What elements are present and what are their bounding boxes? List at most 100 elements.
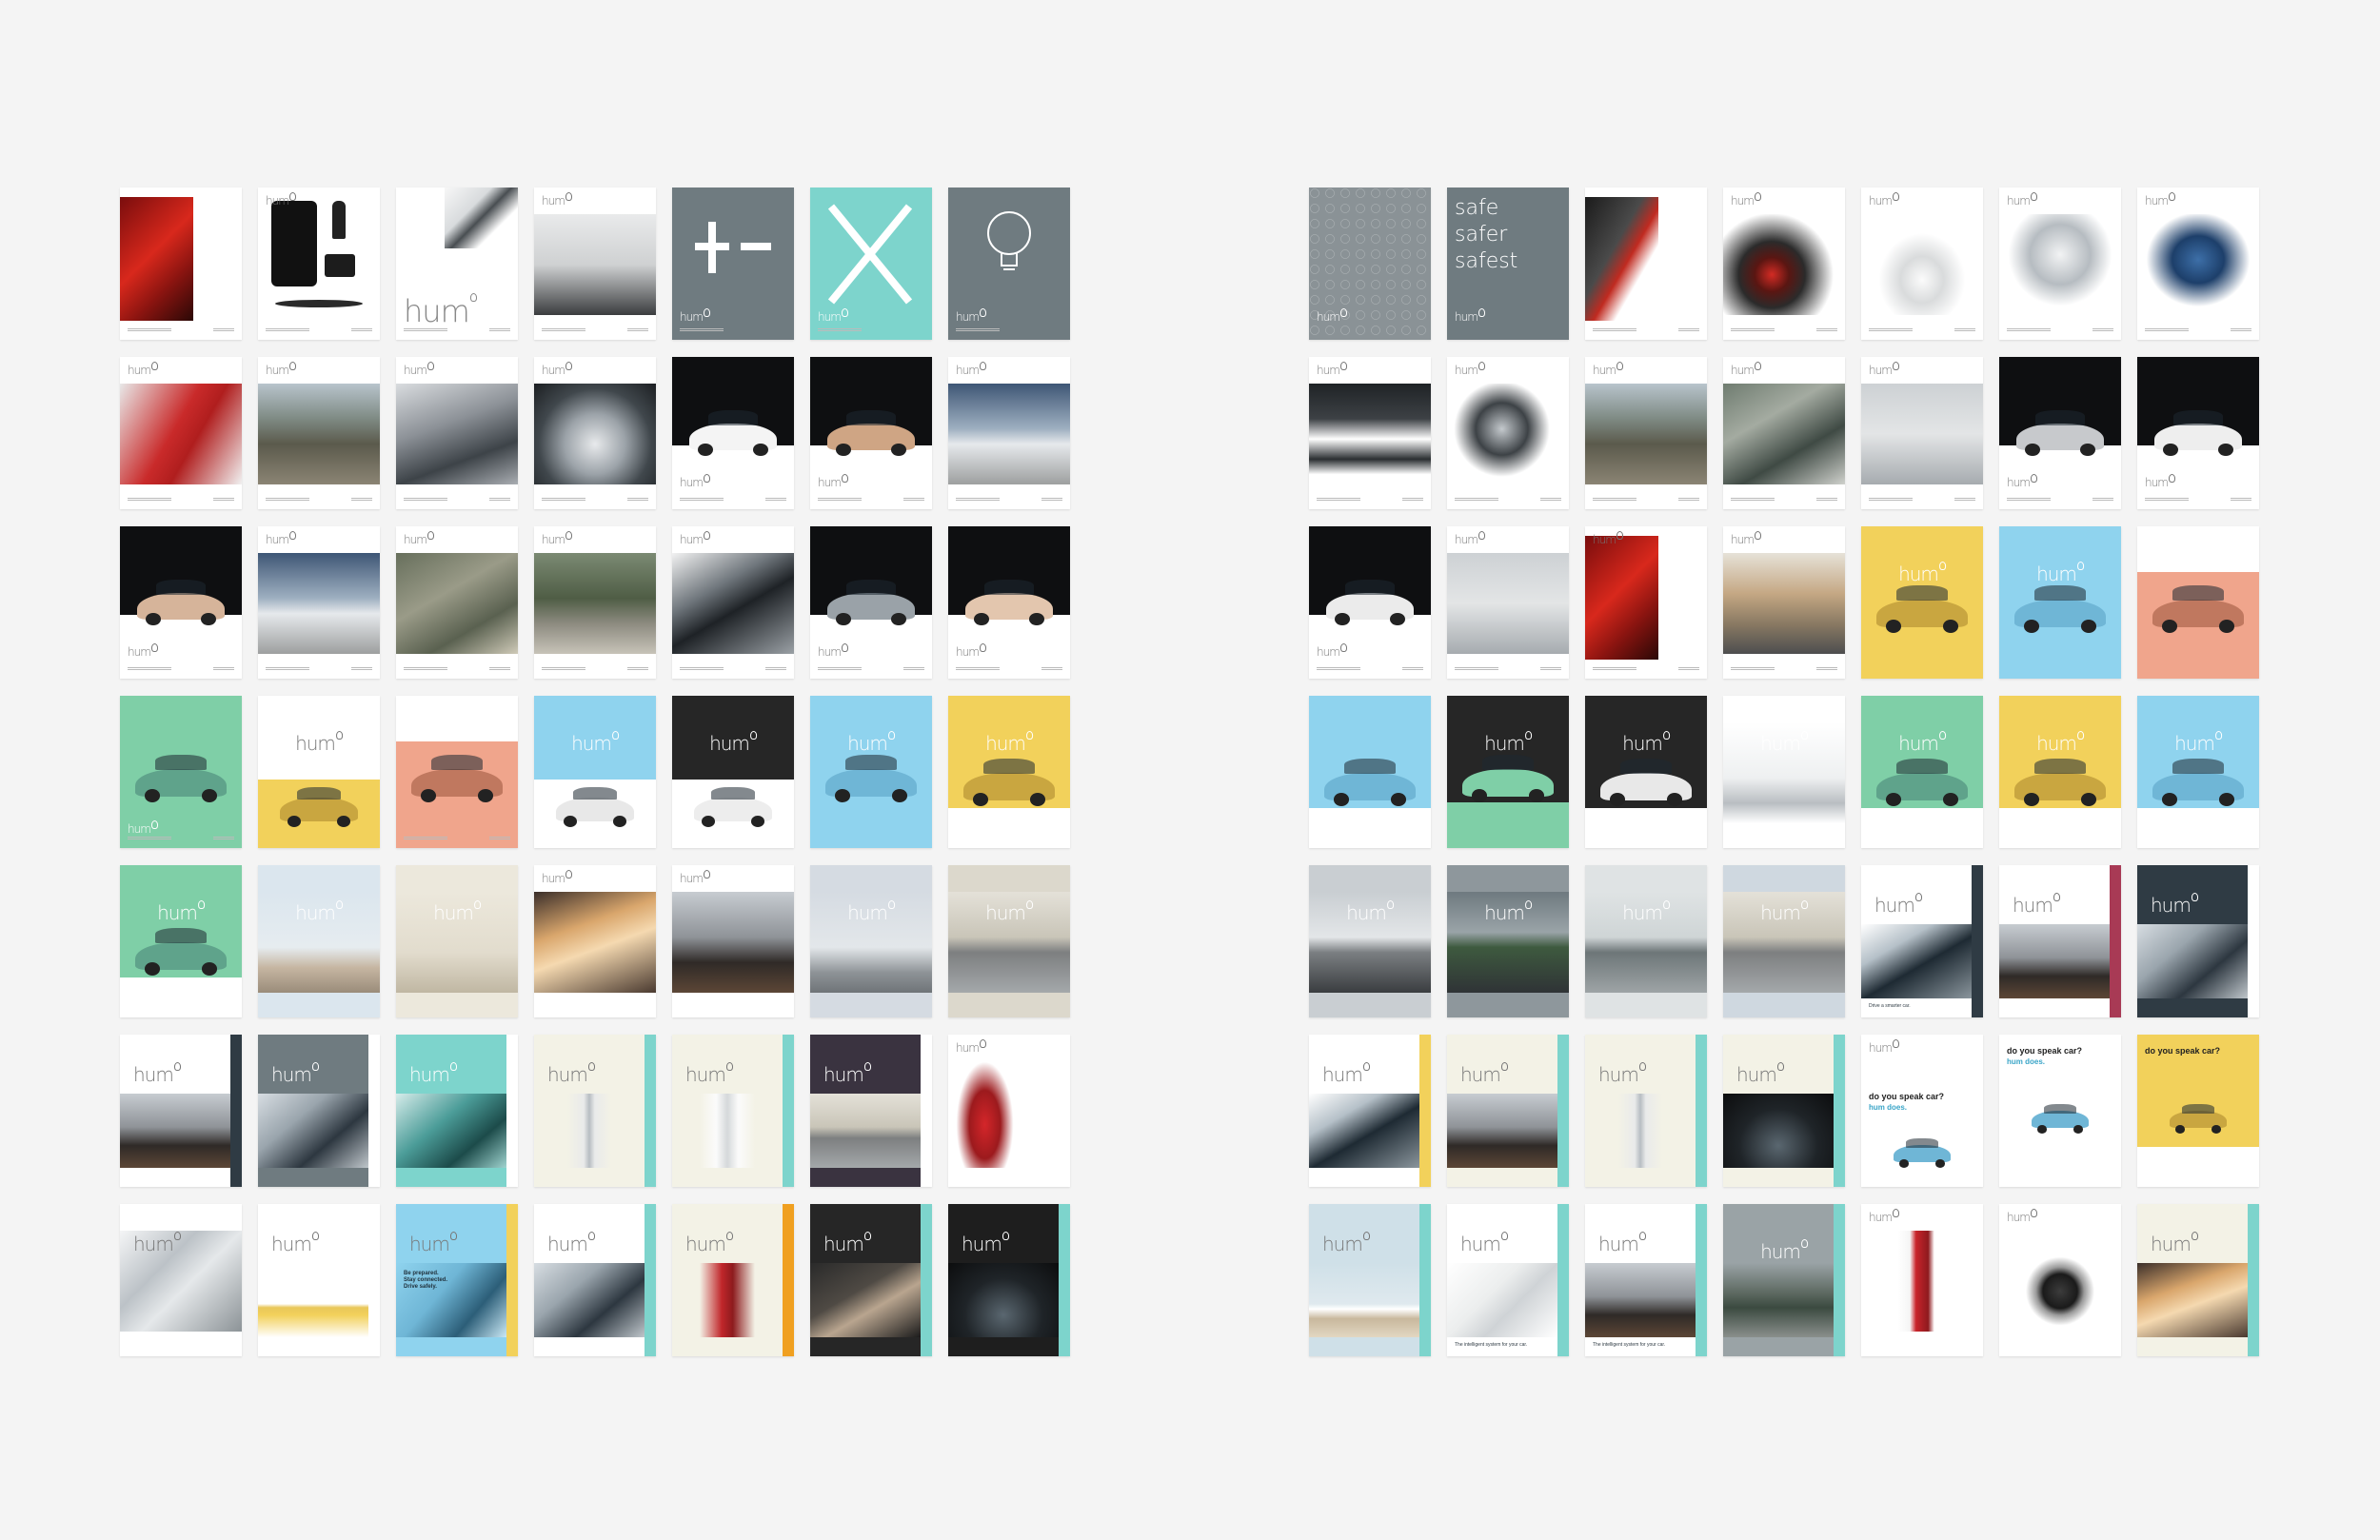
poster-card[interactable]: hum — [1309, 357, 1431, 509]
poster-card[interactable]: hum — [810, 526, 932, 679]
poster-card[interactable]: hum — [396, 865, 518, 1017]
poster-card[interactable]: hum — [1309, 526, 1431, 679]
poster-card[interactable]: hum — [2137, 865, 2259, 1017]
poster-card[interactable]: hum — [1447, 865, 1569, 1017]
poster-card[interactable]: hum — [1309, 1204, 1431, 1356]
poster-card[interactable]: hum — [1309, 1035, 1431, 1187]
poster-card[interactable]: hum — [258, 696, 380, 848]
poster-card[interactable]: do you speak car? hum does. — [1999, 1035, 2121, 1187]
poster-card[interactable]: hum — [258, 1204, 380, 1356]
poster-card[interactable]: hum — [1999, 188, 2121, 340]
poster-card[interactable]: hum The intelligent system for your car. — [1585, 1204, 1707, 1356]
hum-logo-word: hum — [1317, 645, 1340, 659]
poster-card[interactable]: hum — [948, 188, 1070, 340]
poster-card[interactable]: hum — [1447, 1035, 1569, 1187]
poster-card[interactable]: hum — [810, 865, 932, 1017]
poster-card[interactable]: hum — [1585, 357, 1707, 509]
poster-card[interactable]: hum — [948, 526, 1070, 679]
poster-card[interactable]: hum — [534, 357, 656, 509]
poster-card[interactable]: hum — [810, 357, 932, 509]
poster-card[interactable] — [1585, 188, 1707, 340]
poster-card[interactable]: hum — [948, 696, 1070, 848]
poster-card[interactable]: hum — [396, 696, 518, 848]
poster-card[interactable]: hum — [672, 865, 794, 1017]
poster-card[interactable]: hum — [2137, 357, 2259, 509]
poster-card[interactable]: hum — [1723, 188, 1845, 340]
poster-card[interactable]: hum — [120, 526, 242, 679]
poster-card[interactable]: hum The intelligent system for your car. — [1447, 1204, 1569, 1356]
poster-card[interactable]: hum — [1861, 357, 1983, 509]
poster-card[interactable]: hum — [1585, 1035, 1707, 1187]
poster-card[interactable]: hum — [810, 696, 932, 848]
poster-card[interactable]: hum — [810, 1035, 932, 1187]
poster-card[interactable]: hum — [534, 865, 656, 1017]
poster-card[interactable]: hum — [2137, 188, 2259, 340]
poster-card[interactable]: hum — [258, 188, 380, 340]
poster-card[interactable]: hum — [1999, 865, 2121, 1017]
poster-card[interactable]: hum — [948, 865, 1070, 1017]
poster-card[interactable]: hum — [258, 357, 380, 509]
poster-card[interactable]: hum — [810, 188, 932, 340]
poster-card[interactable]: hum — [396, 526, 518, 679]
poster-card[interactable]: hum — [948, 357, 1070, 509]
poster-card[interactable]: hum — [672, 526, 794, 679]
poster-card[interactable]: hum — [948, 1035, 1070, 1187]
poster-card[interactable]: hum — [672, 188, 794, 340]
poster-card[interactable]: hum — [258, 1035, 380, 1187]
poster-card[interactable]: hum — [1861, 1204, 1983, 1356]
poster-card[interactable]: hum — [534, 1035, 656, 1187]
poster-card[interactable]: hum — [1723, 696, 1845, 848]
poster-card[interactable]: hum — [1999, 1204, 2121, 1356]
poster-card[interactable]: hum — [1447, 696, 1569, 848]
poster-card[interactable]: hum — [1861, 188, 1983, 340]
poster-card[interactable]: hum — [1309, 188, 1431, 340]
poster-card[interactable]: hum — [1723, 1035, 1845, 1187]
poster-card[interactable]: hum — [672, 696, 794, 848]
poster-card[interactable]: hum — [810, 1204, 932, 1356]
poster-card[interactable]: hum — [396, 188, 518, 340]
poster-card[interactable]: hum — [672, 1035, 794, 1187]
poster-card[interactable]: hum — [120, 1035, 242, 1187]
poster-card[interactable]: do you speak car? hum does. hum — [1861, 1035, 1983, 1187]
poster-card[interactable]: hum — [120, 865, 242, 1017]
poster-card[interactable]: hum — [120, 696, 242, 848]
poster-card[interactable]: hum — [258, 865, 380, 1017]
poster-card[interactable]: safe safer safest hum — [1447, 188, 1569, 340]
poster-card[interactable]: hum — [1447, 526, 1569, 679]
poster-card[interactable] — [120, 188, 242, 340]
poster-card[interactable]: hum Drive a smarter car. — [1861, 865, 1983, 1017]
poster-card[interactable]: hum — [1723, 357, 1845, 509]
poster-card[interactable]: hum — [534, 526, 656, 679]
poster-card[interactable]: hum — [1861, 526, 1983, 679]
poster-card[interactable]: do you speak car? — [2137, 1035, 2259, 1187]
poster-card[interactable]: hum — [534, 696, 656, 848]
poster-card[interactable]: hum — [1585, 696, 1707, 848]
poster-card[interactable]: hum — [1585, 865, 1707, 1017]
poster-card[interactable]: hum — [1447, 357, 1569, 509]
poster-card[interactable]: hum — [948, 1204, 1070, 1356]
poster-card[interactable]: hum — [534, 188, 656, 340]
poster-card[interactable]: hum — [2137, 1204, 2259, 1356]
poster-card[interactable]: hum — [1723, 1204, 1845, 1356]
poster-card[interactable]: hum — [396, 1035, 518, 1187]
poster-card[interactable]: hum — [120, 1204, 242, 1356]
poster-card[interactable]: hum — [396, 357, 518, 509]
poster-card[interactable]: hum Be prepared. Stay connected. Drive sa… — [396, 1204, 518, 1356]
poster-card[interactable]: hum — [1999, 696, 2121, 848]
poster-card[interactable]: hum — [2137, 696, 2259, 848]
bulb-icon — [863, 1232, 871, 1240]
poster-card[interactable]: hum — [1309, 865, 1431, 1017]
poster-card[interactable]: hum — [2137, 526, 2259, 679]
poster-card[interactable]: hum — [120, 357, 242, 509]
poster-card[interactable]: hum — [1723, 865, 1845, 1017]
poster-card[interactable]: hum — [534, 1204, 656, 1356]
poster-card[interactable]: hum — [1999, 357, 2121, 509]
poster-card[interactable]: hum — [1999, 526, 2121, 679]
poster-card[interactable]: hum — [1861, 696, 1983, 848]
poster-card[interactable]: hum — [258, 526, 380, 679]
poster-card[interactable]: hum — [672, 357, 794, 509]
poster-card[interactable]: hum — [1309, 696, 1431, 848]
poster-card[interactable]: hum — [1585, 526, 1707, 679]
poster-card[interactable]: hum — [672, 1204, 794, 1356]
poster-card[interactable]: hum — [1723, 526, 1845, 679]
